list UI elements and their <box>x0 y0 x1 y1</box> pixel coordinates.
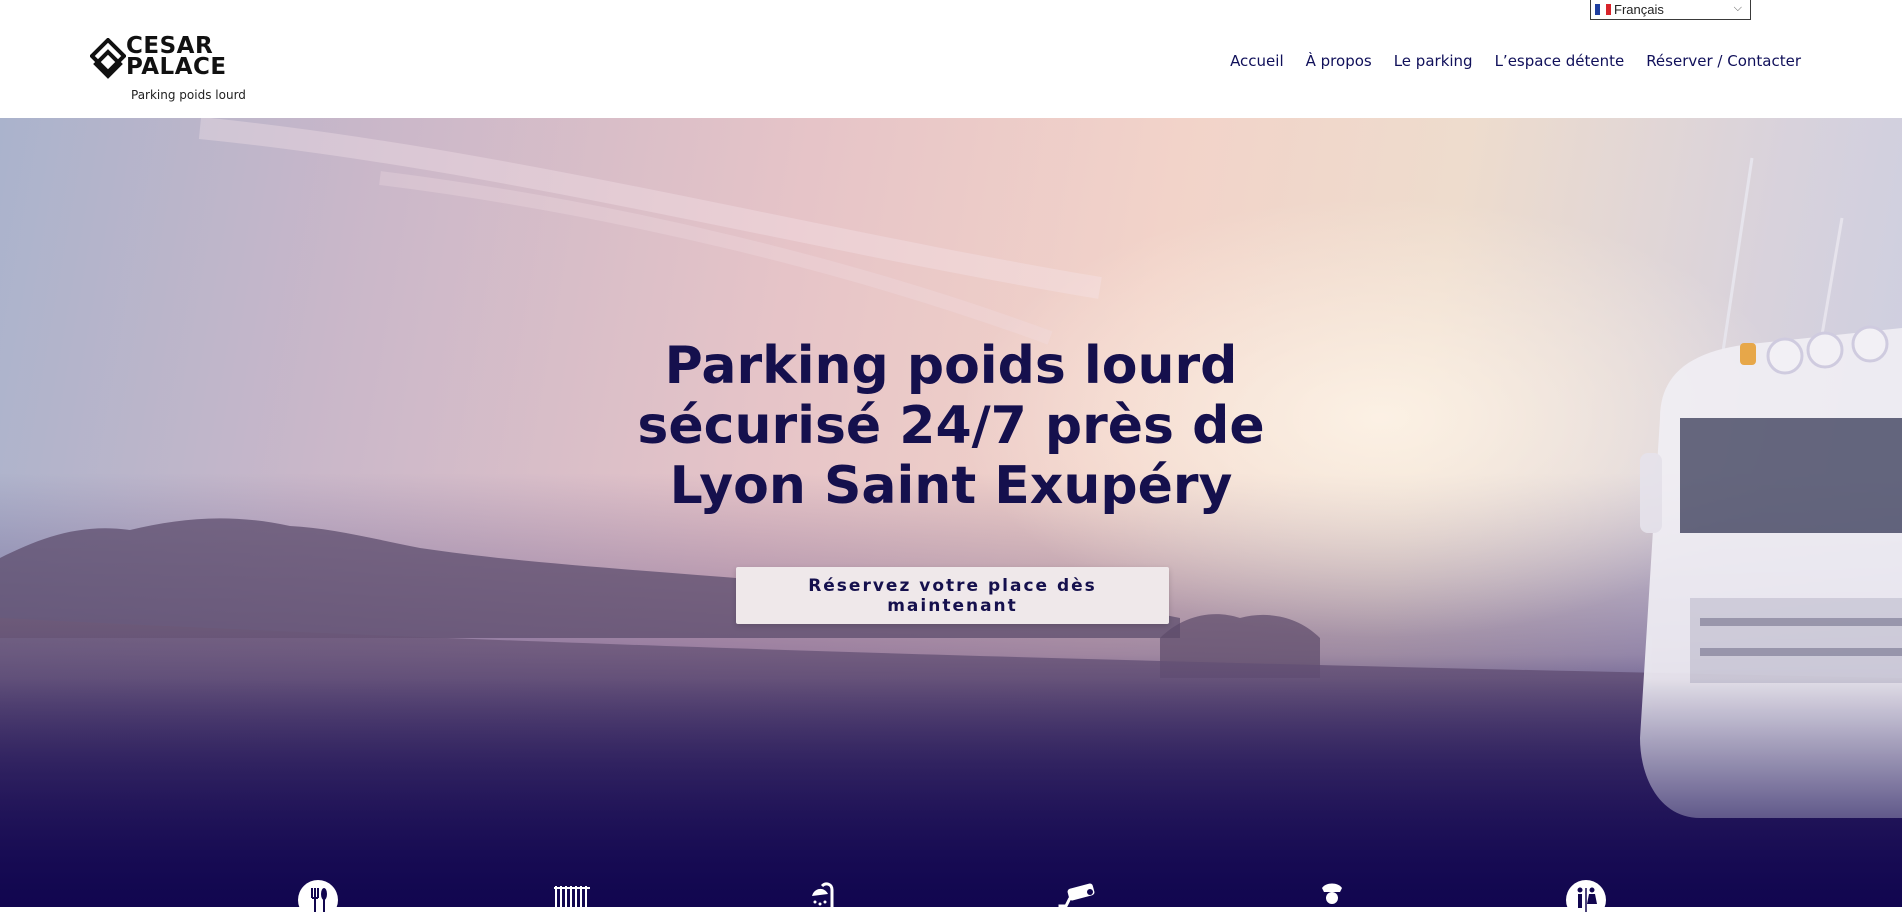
security-guard-icon <box>1320 883 1344 918</box>
nav-item-espace-detente[interactable]: L’espace détente <box>1495 52 1625 70</box>
reserve-button[interactable]: Réservez votre place dès maintenant <box>736 567 1169 624</box>
chevron-down-icon: ⌵ <box>1733 2 1742 14</box>
hero-title-line-1: Parking poids lourd <box>664 336 1238 396</box>
language-selected-label: Français <box>1614 1 1664 17</box>
nav-item-le-parking[interactable]: Le parking <box>1394 52 1473 70</box>
nav-item-accueil[interactable]: Accueil <box>1230 52 1284 70</box>
logo-tagline: Parking poids lourd <box>131 88 246 102</box>
shower-icon <box>812 882 834 918</box>
site-logo[interactable]: CESAR PALACE Parking poids lourd <box>90 35 250 106</box>
nav-item-a-propos[interactable]: À propos <box>1306 52 1372 70</box>
hero-title: Parking poids lourd sécurisé 24/7 près d… <box>0 336 1902 516</box>
gate-icon <box>554 886 590 918</box>
diamond-logo-icon <box>90 38 126 79</box>
toilets-icon <box>1566 880 1606 918</box>
hero-title-line-3: Lyon Saint Exupéry <box>669 456 1233 516</box>
logo-line-2: PALACE <box>126 54 227 80</box>
site-header: CESAR PALACE Parking poids lourd Françai… <box>0 0 1902 118</box>
hero-section: Parking poids lourd sécurisé 24/7 près d… <box>0 118 1902 907</box>
services-icon-row <box>0 878 1902 918</box>
hero-title-line-2: sécurisé 24/7 près de <box>637 396 1265 456</box>
security-camera-icon <box>1058 883 1095 918</box>
restaurant-icon <box>298 880 338 918</box>
nav-item-reserver-contacter[interactable]: Réserver / Contacter <box>1646 52 1801 70</box>
main-nav: Accueil À propos Le parking L’espace dét… <box>1208 52 1801 70</box>
language-select[interactable]: Français ⌵ <box>1590 0 1751 20</box>
france-flag-icon <box>1595 3 1611 15</box>
logo-wordmark: CESAR PALACE <box>126 35 227 80</box>
